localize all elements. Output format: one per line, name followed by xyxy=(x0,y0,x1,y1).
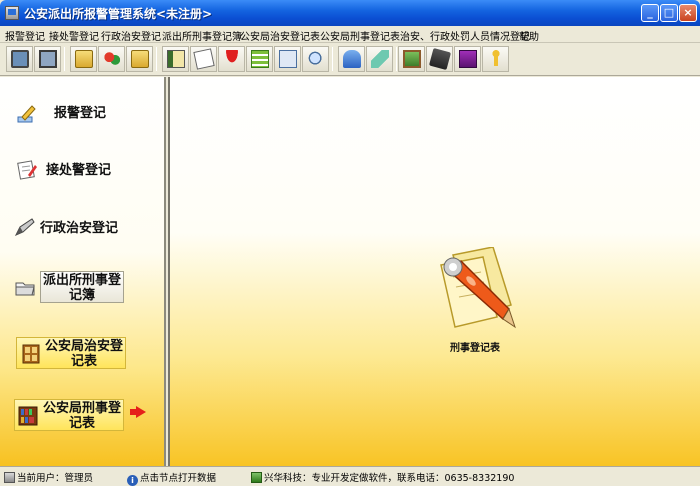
picture-icon xyxy=(403,50,421,68)
pda-icon xyxy=(428,47,452,71)
monitor-icon xyxy=(39,50,57,68)
toolbar-monitor-button[interactable] xyxy=(6,46,33,72)
toolbar-bell-button[interactable] xyxy=(338,46,365,72)
status-user: 当前用户：管理员 xyxy=(4,470,93,484)
maximize-button[interactable]: □ xyxy=(660,4,678,22)
toolbar-separator xyxy=(64,47,65,71)
note-icon xyxy=(17,160,37,180)
app-window: 公安派出所报警管理系统<未注册> _ □ × 报警登记 接处警登记 行政治安登记… xyxy=(0,0,700,486)
toolbar xyxy=(0,43,700,76)
main-content: 刑事登记表 xyxy=(168,77,700,466)
status-user-text: 当前用户：管理员 xyxy=(17,473,94,484)
sidebar-label-group: 公安局刑事登 记表 xyxy=(41,401,123,431)
feature-label: 刑事登记表 xyxy=(450,343,500,354)
ribbon-icon xyxy=(371,50,389,68)
company-icon xyxy=(251,472,262,483)
menu-item-bureau-criminal-form[interactable]: 公安局刑事登记表 xyxy=(320,28,400,43)
toolbar-separator xyxy=(332,47,333,71)
toolbar-people-button[interactable] xyxy=(98,46,125,72)
sidebar-item-label: 接处警登记 xyxy=(46,163,112,178)
minimize-button[interactable]: _ xyxy=(641,4,659,22)
toolbar-separator xyxy=(156,47,157,71)
toolbar-list-button[interactable] xyxy=(246,46,273,72)
toolbar-pda-button[interactable] xyxy=(426,46,453,72)
book-icon xyxy=(167,50,185,68)
menu-bar: 报警登记 接处警登记 行政治安登记 派出所刑事登记簿 公安局治安登记表 公安局刑… xyxy=(0,26,700,43)
active-arrow-icon xyxy=(130,406,146,418)
info-icon: i xyxy=(127,475,138,486)
menu-item-alarm-handling[interactable]: 接处警登记 xyxy=(49,28,99,43)
toolbar-exit-button[interactable] xyxy=(482,46,509,72)
sidebar-item-admin-security[interactable]: 行政治安登记 xyxy=(12,215,162,241)
menu-item-help[interactable]: 帮助 xyxy=(519,28,539,43)
sidebar-item-label-line2: 记表 xyxy=(68,416,95,431)
bookshelf-icon xyxy=(18,406,38,426)
sidebar-item-station-criminal-book[interactable]: 派出所刑事登 记簿 xyxy=(14,271,124,303)
menu-item-bureau-security-form[interactable]: 公安局治安登记表 xyxy=(240,28,320,43)
toolbar-monitor2-button[interactable] xyxy=(34,46,61,72)
toolbar-purple-book-button[interactable] xyxy=(454,46,481,72)
note-icon xyxy=(193,48,215,70)
toolbar-ribbon-button[interactable] xyxy=(366,46,393,72)
toolbar-folder2-button[interactable] xyxy=(126,46,153,72)
pen-icon xyxy=(14,218,35,236)
sidebar-item-alarm-registration[interactable]: 报警登记 xyxy=(14,101,154,127)
user-icon xyxy=(4,472,15,483)
sidebar-label-group: 公安局治安登 记表 xyxy=(43,339,125,369)
magnifier-icon xyxy=(307,50,325,68)
toolbar-picture-button[interactable] xyxy=(398,46,425,72)
sidebar-button[interactable]: 公安局治安登 记表 xyxy=(16,337,126,369)
menu-item-alarm-registration[interactable]: 报警登记 xyxy=(5,28,45,43)
sidebar-item-label: 报警登记 xyxy=(54,106,107,121)
sidebar-item-label-line2: 记簿 xyxy=(68,288,95,303)
menu-item-admin-security[interactable]: 行政治安登记 xyxy=(101,28,161,43)
sidebar-item-alarm-handling[interactable]: 接处警登记 xyxy=(14,157,154,183)
search-doc-icon xyxy=(279,50,297,68)
close-button[interactable]: × xyxy=(679,4,697,22)
app-icon xyxy=(5,6,19,20)
folder-icon xyxy=(15,282,35,296)
monitor-icon xyxy=(11,50,29,68)
folder-icon xyxy=(75,50,93,68)
documents-pen-icon xyxy=(440,247,516,329)
umbrella-icon xyxy=(223,50,241,68)
toolbar-separator xyxy=(396,47,397,71)
status-hint-text: 点击节点打开数据 xyxy=(140,473,217,484)
sidebar-item-label-line1: 公安局治安登 xyxy=(44,339,123,354)
toolbar-magnifier-button[interactable] xyxy=(302,46,329,72)
sidebar-item-bureau-security-form[interactable]: 公安局治安登 记表 xyxy=(16,337,128,369)
feature-criminal-form[interactable]: 刑事登记表 xyxy=(425,247,525,357)
window-title: 公安派出所报警管理系统<未注册> xyxy=(24,7,213,21)
status-company: 兴华科技：专业开发定做软件，联系电话：0635-8332190 xyxy=(251,470,514,484)
sidebar-item-label: 行政治安登记 xyxy=(40,221,119,236)
people-icon xyxy=(103,50,121,68)
pencil-icon xyxy=(17,105,36,123)
sidebar-button[interactable]: 公安局刑事登 记表 xyxy=(14,399,124,431)
sidebar-item-bureau-criminal-form[interactable]: 公安局刑事登 记表 xyxy=(14,399,126,431)
status-company-text: 兴华科技：专业开发定做软件，联系电话：0635-8332190 xyxy=(264,473,515,484)
folder-icon xyxy=(131,50,149,68)
menu-item-station-criminal-book[interactable]: 派出所刑事登记簿 xyxy=(162,28,242,43)
title-bar[interactable]: 公安派出所报警管理系统<未注册> _ □ × xyxy=(0,0,700,26)
sidebar-item-label-line1: 派出所刑事登 xyxy=(42,273,121,288)
bell-icon xyxy=(343,50,361,68)
menu-item-penalty-registration[interactable]: 治安、行政处罚人员情况登记 xyxy=(400,28,530,43)
toolbar-note-button[interactable] xyxy=(190,46,217,72)
toolbar-umbrella-button[interactable] xyxy=(218,46,245,72)
toolbar-book-button[interactable] xyxy=(162,46,189,72)
sidebar-item-label-line2: 记表 xyxy=(70,354,97,369)
sidebar-item-label-line1: 公安局刑事登 xyxy=(42,401,121,416)
status-hint: i 点击节点打开数据 xyxy=(127,470,216,486)
cabinet-icon xyxy=(22,344,40,364)
toolbar-folder-button[interactable] xyxy=(70,46,97,72)
sidebar-button[interactable]: 派出所刑事登 记簿 xyxy=(40,271,124,303)
toolbar-search-doc-button[interactable] xyxy=(274,46,301,72)
runner-icon xyxy=(487,50,505,68)
status-bar: 当前用户：管理员 i 点击节点打开数据 兴华科技：专业开发定做软件，联系电话：06… xyxy=(0,466,700,486)
sidebar: 报警登记 接处警登记 行政治安登记 派出所刑事登 记簿 公安局治安登 记表 公安… xyxy=(0,77,166,466)
list-icon xyxy=(251,50,269,68)
purple-book-icon xyxy=(459,50,477,68)
